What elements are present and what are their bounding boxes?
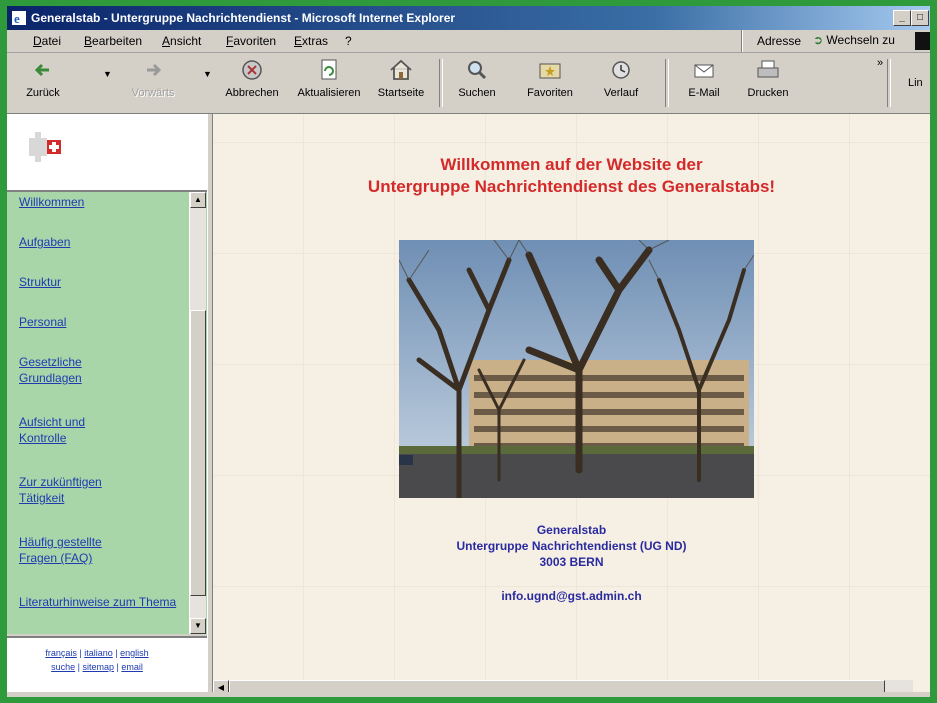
- menu-help[interactable]: ?: [345, 34, 352, 48]
- menu-file[interactable]: Datei: [33, 34, 61, 48]
- history-icon: [612, 61, 630, 79]
- scroll-thumb[interactable]: [190, 310, 206, 596]
- forward-button[interactable]: Vorwärts: [127, 57, 179, 109]
- back-label: Zurück: [26, 87, 60, 99]
- svg-text:e: e: [14, 11, 20, 26]
- contact-city: 3003 BERN: [539, 555, 604, 569]
- welcome-line-2: Untergruppe Nachrichtendienst des Genera…: [367, 177, 776, 196]
- go-button-label: Wechseln zu: [826, 33, 895, 47]
- print-label: Drucken: [747, 87, 789, 99]
- favorites-folder-icon: [539, 63, 561, 79]
- toolbar-separator: [665, 59, 669, 107]
- scroll-up-icon[interactable]: ▲: [190, 192, 206, 208]
- link-sitemap[interactable]: sitemap: [83, 662, 115, 672]
- nav-link-struktur[interactable]: Struktur: [19, 274, 61, 290]
- home-label: Startseite: [377, 87, 425, 99]
- nav-link-literaturhinweise[interactable]: Literaturhinweise zum Thema: [19, 594, 179, 610]
- stop-label: Abbrechen: [225, 87, 279, 99]
- stop-button[interactable]: Abbrechen: [219, 57, 285, 109]
- nav-link-aufgaben[interactable]: Aufgaben: [19, 234, 70, 250]
- link-email[interactable]: email: [121, 662, 143, 672]
- welcome-line-1: Willkommen auf der Website der: [440, 155, 703, 174]
- nav-link-personal[interactable]: Personal: [19, 314, 66, 330]
- mail-button[interactable]: E-Mail: [675, 57, 733, 109]
- scroll-down-icon[interactable]: ▼: [190, 618, 206, 634]
- favorites-label: Favoriten: [527, 87, 573, 99]
- back-dropdown-icon[interactable]: ▼: [103, 69, 112, 79]
- swiss-army-logo: [29, 132, 61, 162]
- favorites-button[interactable]: Favoriten: [519, 57, 581, 109]
- forward-label: Vorwärts: [131, 87, 175, 99]
- main-frame: Willkommen auf der Website der Untergrup…: [213, 114, 930, 697]
- search-icon: [468, 61, 487, 80]
- contact-email-link[interactable]: info.ugnd@gst.admin.ch: [213, 588, 930, 604]
- contact-org: Generalstab: [536, 523, 607, 537]
- nav-link-willkommen[interactable]: Willkommen: [19, 194, 84, 210]
- back-button[interactable]: Zurück: [17, 57, 69, 109]
- menu-edit[interactable]: Bearbeiten: [84, 34, 142, 48]
- home-icon: [390, 59, 412, 80]
- go-button[interactable]: ➲ Wechseln zu: [813, 33, 895, 47]
- window-title: Generalstab - Untergruppe Nachrichtendie…: [31, 11, 456, 25]
- language-row: français | italiano | english: [45, 648, 149, 658]
- nav-panel: Willkommen Aufgaben Struktur Personal Ge…: [7, 192, 207, 634]
- nav-link-aufsicht-und-kontrolle[interactable]: Aufsicht und Kontrolle: [19, 414, 129, 446]
- status-bar: [7, 692, 930, 697]
- link-francais[interactable]: français: [45, 648, 77, 658]
- logo-panel: [7, 114, 207, 192]
- nav-scrollbar[interactable]: ▲ ▼: [189, 192, 206, 634]
- refresh-label: Aktualisieren: [297, 87, 361, 99]
- language-panel: français | italiano | english suche | si…: [7, 636, 207, 697]
- maximize-button[interactable]: □: [911, 10, 929, 26]
- contact-unit: Untergruppe Nachrichtendienst (UG ND): [456, 539, 687, 553]
- menu-bar: Datei Bearbeiten Ansicht Favoriten Extra…: [7, 30, 930, 53]
- nav-link-faq[interactable]: Häufig gestellte Fragen (FAQ): [19, 534, 129, 566]
- go-arrow-icon: ➲: [813, 33, 824, 47]
- nav-link-zukuenftige-taetigkeit[interactable]: Zur zukünftigen Tätigkeit: [19, 474, 139, 506]
- address-input[interactable]: [915, 32, 930, 50]
- toolbar-separator: [887, 59, 891, 107]
- home-button[interactable]: Startseite: [373, 57, 429, 109]
- navigation-frame: Willkommen Aufgaben Struktur Personal Ge…: [7, 114, 207, 697]
- link-italiano[interactable]: italiano: [84, 648, 113, 658]
- link-english[interactable]: english: [120, 648, 149, 658]
- more-chevron-icon[interactable]: »: [877, 57, 883, 69]
- forward-dropdown-icon[interactable]: ▼: [203, 69, 212, 79]
- menu-favorites[interactable]: Favoriten: [226, 34, 276, 48]
- utility-row: suche | sitemap | email: [51, 662, 143, 672]
- ie-logo-icon: e: [12, 11, 26, 26]
- minimize-button[interactable]: _: [893, 10, 911, 26]
- nav-link-gesetzliche-grundlagen[interactable]: Gesetzliche Grundlagen: [19, 354, 129, 386]
- search-label: Suchen: [458, 87, 496, 99]
- search-button[interactable]: Suchen: [451, 57, 503, 109]
- mail-icon: [694, 64, 714, 78]
- mail-label: E-Mail: [688, 87, 720, 99]
- menu-tools[interactable]: Extras: [294, 34, 328, 48]
- printer-icon: [757, 60, 779, 78]
- toolbar-separator: [439, 59, 443, 107]
- address-label: Adresse: [757, 34, 802, 48]
- link-suche[interactable]: suche: [51, 662, 75, 672]
- refresh-button[interactable]: Aktualisieren: [289, 57, 369, 109]
- history-button[interactable]: Verlauf: [593, 57, 649, 109]
- stop-icon: [242, 60, 262, 80]
- links-label[interactable]: Lin: [908, 77, 923, 89]
- toolbar: Zurück ▼ Vorwärts ▼ Abbrechen Aktualisie…: [7, 53, 930, 114]
- content-frames: Willkommen Aufgaben Struktur Personal Ge…: [7, 114, 930, 697]
- history-label: Verlauf: [603, 87, 639, 99]
- print-button[interactable]: Drucken: [737, 57, 799, 109]
- building-photo: [399, 240, 754, 498]
- menu-view[interactable]: Ansicht: [162, 34, 201, 48]
- welcome-heading: Willkommen auf der Website der Untergrup…: [213, 154, 930, 198]
- forward-arrow-icon: [147, 63, 162, 77]
- back-arrow-icon: [34, 63, 49, 77]
- title-bar: e Generalstab - Untergruppe Nachrichtend…: [7, 6, 930, 30]
- address-bar: Adresse ➲ Wechseln zu: [742, 30, 930, 52]
- contact-block: Generalstab Untergruppe Nachrichtendiens…: [213, 522, 930, 604]
- browser-window: e Generalstab - Untergruppe Nachrichtend…: [7, 6, 930, 697]
- refresh-icon: [321, 59, 337, 80]
